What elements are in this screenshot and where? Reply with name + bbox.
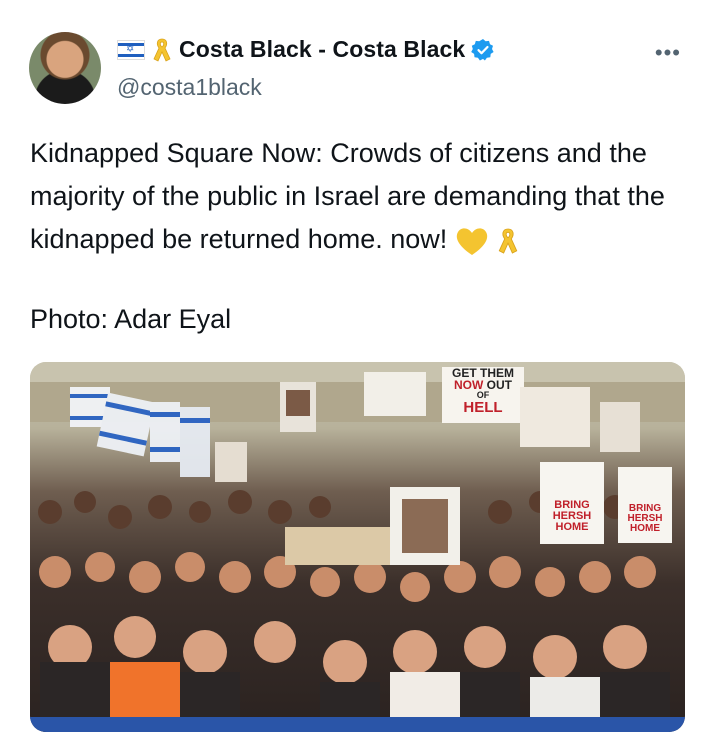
yellow-ribbon-icon (499, 228, 518, 254)
post-text-content: Kidnapped Square Now: Crowds of citizens… (30, 138, 665, 254)
author-avatar[interactable] (29, 32, 101, 104)
crowd-illustration (30, 362, 685, 732)
yellow-ribbon-icon (153, 38, 171, 62)
post-photo[interactable]: GET THEM NOW OUT OF HELL BRING HERSH HOME … (30, 362, 685, 732)
more-options-icon[interactable]: ••• (655, 40, 681, 66)
author-header: ✡ Costa Black - Costa Black (117, 36, 495, 63)
post-text: Kidnapped Square Now: Crowds of citizens… (30, 132, 690, 261)
author-handle[interactable]: @costa1black (117, 74, 262, 101)
yellow-heart-icon (456, 228, 487, 255)
israel-flag-icon: ✡ (117, 39, 145, 60)
author-display-name[interactable]: Costa Black - Costa Black (179, 36, 465, 63)
sign-get-them: GET THEM NOW OUT OF HELL (452, 366, 514, 416)
photo-credit: Photo: Adar Eyal (30, 304, 232, 334)
sign-bring-hersh-home-2: BRING HERSH HOME (627, 503, 663, 534)
sign-bring-hersh-home-1: BRING HERSH HOME (552, 499, 592, 533)
verified-badge-icon (471, 38, 494, 60)
